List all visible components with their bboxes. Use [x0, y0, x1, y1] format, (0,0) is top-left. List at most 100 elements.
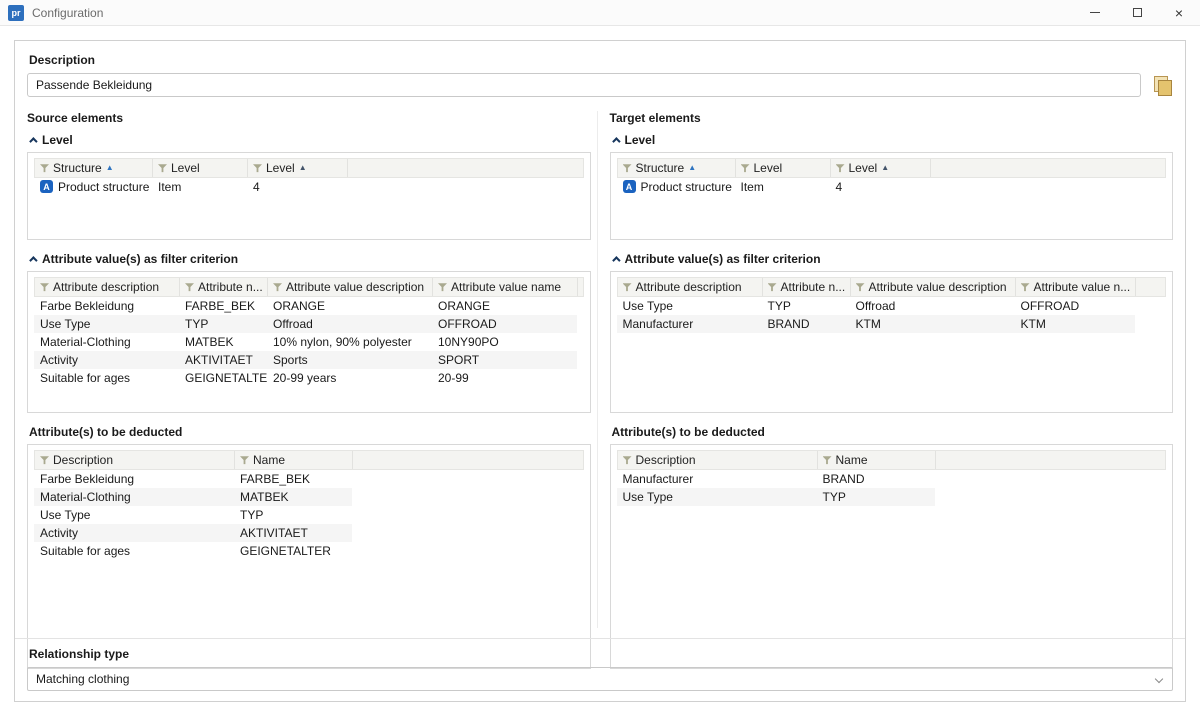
table-cell: GEIGNETALTER — [234, 542, 352, 560]
table-cell: 10NY90PO — [432, 333, 577, 351]
source-filter-table: Attribute description Attribute n... Att… — [27, 271, 591, 413]
column-label: Name — [836, 453, 868, 467]
column-label: Attribute description — [636, 280, 742, 294]
table-cell: KTM — [850, 315, 1015, 333]
table-row[interactable]: Use TypeTYPOffroadOFFROAD — [34, 315, 577, 333]
relationship-type-select[interactable]: Matching clothing — [27, 667, 1173, 691]
table-row[interactable]: Use TypeTYPOffroadOFFROAD — [617, 297, 1135, 315]
section-title: Level — [42, 133, 73, 147]
table-cell: MATBEK — [179, 333, 267, 351]
window-title: Configuration — [32, 6, 103, 20]
table-cell: Activity — [34, 524, 234, 542]
column-header-level[interactable]: Level — [736, 159, 831, 177]
table-row[interactable]: ActivityAKTIVITAETSportsSPORT — [34, 351, 577, 369]
relationship-type-value: Matching clothing — [36, 672, 129, 686]
section-title: Attribute(s) to be deducted — [29, 425, 182, 439]
column-header-attribute-name[interactable]: Attribute n... — [180, 278, 268, 296]
table-cell: BRAND — [817, 470, 935, 488]
column-label: Level — [849, 161, 878, 175]
column-header-name[interactable]: Name — [235, 451, 353, 469]
table-cell: Item — [735, 178, 830, 196]
sort-ascending-icon: ▲ — [881, 164, 889, 172]
target-filter-section-header[interactable]: Attribute value(s) as filter criterion — [610, 250, 1174, 268]
product-structure-icon: A — [40, 180, 53, 193]
close-button[interactable]: × — [1158, 0, 1200, 25]
minimize-button[interactable] — [1074, 0, 1116, 25]
table-cell: TYP — [234, 506, 352, 524]
column-header-level-2[interactable]: Level ▲ — [831, 159, 931, 177]
target-panel-title: Target elements — [610, 111, 1174, 125]
description-input[interactable] — [27, 73, 1141, 97]
table-cell: SPORT — [432, 351, 577, 369]
table-cell: Farbe Bekleidung — [34, 297, 179, 315]
table-row[interactable]: Use TypeTYP — [34, 506, 352, 524]
app-logo-icon: pr — [8, 5, 24, 21]
column-header-attribute-value-name[interactable]: Attribute value name — [433, 278, 578, 296]
column-header-attribute-name[interactable]: Attribute n... — [763, 278, 851, 296]
column-header-attribute-value-name[interactable]: Attribute value n... — [1016, 278, 1136, 296]
filter-icon — [623, 164, 632, 173]
table-row[interactable]: Material-ClothingMATBEK10% nylon, 90% po… — [34, 333, 577, 351]
table-cell: TYP — [817, 488, 935, 506]
table-body: ManufacturerBRANDUse TypeTYP — [617, 470, 1167, 506]
table-cell: FARBE_BEK — [179, 297, 267, 315]
column-header-structure[interactable]: Structure ▲ — [618, 159, 736, 177]
column-header-attribute-description[interactable]: Attribute description — [618, 278, 763, 296]
table-row[interactable]: Material-ClothingMATBEK — [34, 488, 352, 506]
column-header-level-2[interactable]: Level ▲ — [248, 159, 348, 177]
paste-icon[interactable] — [1149, 74, 1173, 96]
column-header-name[interactable]: Name — [818, 451, 936, 469]
column-header-attribute-value-description[interactable]: Attribute value description — [851, 278, 1016, 296]
column-label: Attribute value description — [286, 280, 424, 294]
table-row[interactable]: ActivityAKTIVITAET — [34, 524, 352, 542]
table-row[interactable]: ManufacturerBRANDKTMKTM — [617, 315, 1135, 333]
column-label: Level — [754, 161, 783, 175]
column-header-description[interactable]: Description — [618, 451, 818, 469]
table-cell: Activity — [34, 351, 179, 369]
table-header: Structure ▲ Level Level ▲ — [617, 158, 1167, 178]
table-cell: Sports — [267, 351, 432, 369]
filter-icon — [273, 283, 282, 292]
source-level-section-header[interactable]: Level — [27, 131, 591, 149]
column-label: Attribute value description — [869, 280, 1007, 294]
column-header-filler — [1136, 278, 1166, 296]
table-cell: Use Type — [34, 506, 234, 524]
table-row[interactable]: Suitable for agesGEIGNETALTER — [34, 542, 352, 560]
table-row[interactable]: Farbe BekleidungFARBE_BEKORANGEORANGE — [34, 297, 577, 315]
table-row[interactable]: AProduct structureItem4 — [34, 178, 347, 196]
table-cell: AKTIVITAET — [234, 524, 352, 542]
table-row[interactable]: ManufacturerBRAND — [617, 470, 935, 488]
table-cell: KTM — [1015, 315, 1135, 333]
target-level-section-header[interactable]: Level — [610, 131, 1174, 149]
table-cell: Offroad — [267, 315, 432, 333]
table-cell: Material-Clothing — [34, 333, 179, 351]
column-label: Name — [253, 453, 285, 467]
panels-container: Source elements Level Structure ▲ Level — [27, 111, 1173, 628]
table-cell: 4 — [830, 178, 930, 196]
table-cell: TYP — [762, 297, 850, 315]
collapse-icon — [612, 137, 620, 145]
source-filter-section-header[interactable]: Attribute value(s) as filter criterion — [27, 250, 591, 268]
table-cell: Item — [152, 178, 247, 196]
table-row[interactable]: Suitable for agesGEIGNETALTER20-99 years… — [34, 369, 577, 387]
table-cell: 20-99 years — [267, 369, 432, 387]
table-row[interactable]: AProduct structureItem4 — [617, 178, 930, 196]
table-cell: AKTIVITAET — [179, 351, 267, 369]
source-level-table: Structure ▲ Level Level ▲ AProduct struc… — [27, 152, 591, 240]
table-row[interactable]: Use TypeTYP — [617, 488, 935, 506]
filter-icon — [158, 164, 167, 173]
table-row[interactable]: Farbe BekleidungFARBE_BEK — [34, 470, 352, 488]
sort-ascending-icon: ▲ — [299, 164, 307, 172]
table-cell: Manufacturer — [617, 470, 817, 488]
column-header-level[interactable]: Level — [153, 159, 248, 177]
title-bar: pr Configuration × — [0, 0, 1200, 26]
column-header-attribute-description[interactable]: Attribute description — [35, 278, 180, 296]
chevron-down-icon — [1155, 675, 1163, 683]
column-header-structure[interactable]: Structure ▲ — [35, 159, 153, 177]
collapse-icon — [29, 256, 37, 264]
column-header-description[interactable]: Description — [35, 451, 235, 469]
column-header-filler — [353, 451, 583, 469]
section-title: Attribute value(s) as filter criterion — [625, 252, 821, 266]
column-header-attribute-value-description[interactable]: Attribute value description — [268, 278, 433, 296]
maximize-button[interactable] — [1116, 0, 1158, 25]
